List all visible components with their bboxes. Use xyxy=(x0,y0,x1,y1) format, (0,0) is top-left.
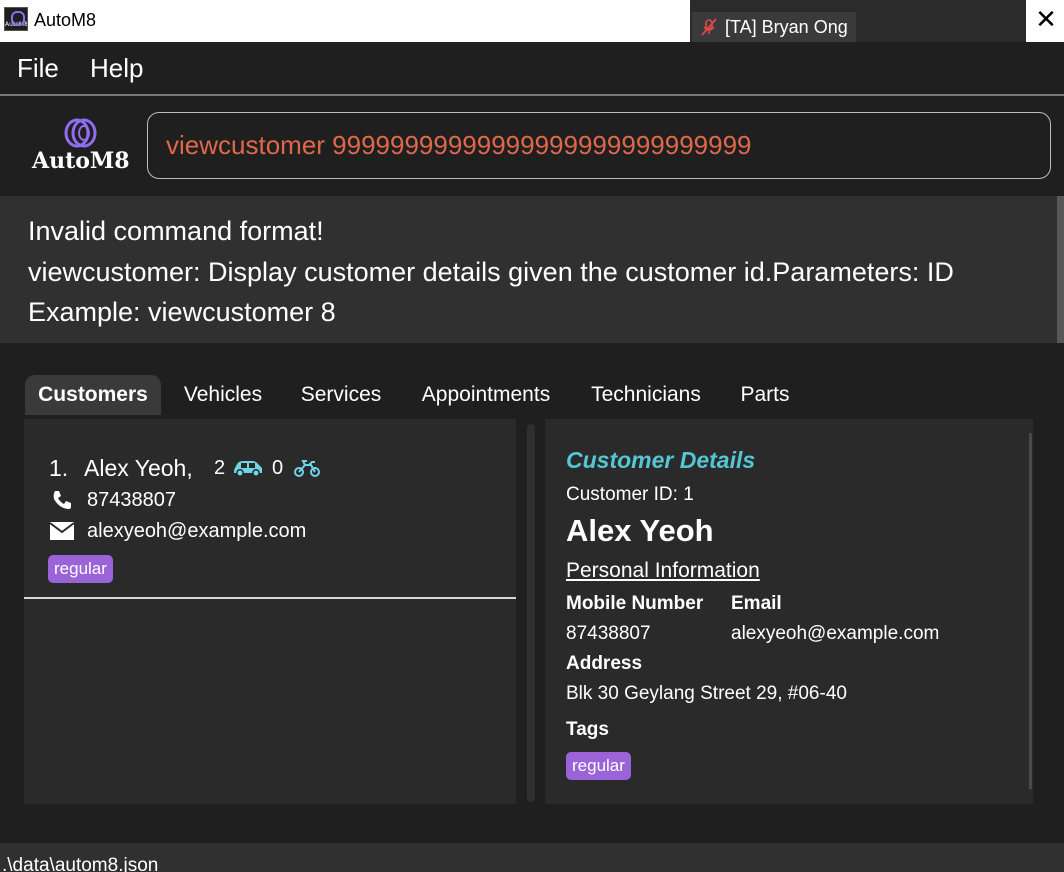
app-window: AutoM8 AutoM8 [TA] Bryan Ong ✕ File Help xyxy=(0,0,1064,872)
customer-id: Customer ID: 1 xyxy=(566,484,694,505)
details-heading: Customer Details xyxy=(566,447,756,473)
close-button[interactable]: ✕ xyxy=(1034,4,1058,34)
list-item[interactable]: 1. Alex Yeoh, 2 0 87438807 alexyeoh@exam… xyxy=(24,419,516,599)
tab-parts[interactable]: Parts xyxy=(728,375,802,415)
car-icon xyxy=(234,461,262,477)
command-input-value: viewcustomer 999999999999999999999999999… xyxy=(166,130,752,160)
customer-index: 1. xyxy=(49,455,69,481)
tab-bar: Customers Vehicles Services Appointments… xyxy=(0,374,1064,416)
window-title: AutoM8 xyxy=(34,10,97,30)
tire-logo-icon xyxy=(64,118,97,148)
menu-help[interactable]: Help xyxy=(90,53,143,84)
presenter-name: [TA] Bryan Ong xyxy=(725,17,848,37)
presenter-badge: [TA] Bryan Ong xyxy=(692,12,856,42)
customer-email: alexyeoh@example.com xyxy=(87,520,307,542)
muted-mic-icon xyxy=(701,18,717,36)
email-label: Email xyxy=(731,593,782,614)
app-logo-icon: AutoM8 xyxy=(4,7,28,31)
tab-appointments[interactable]: Appointments xyxy=(408,375,564,415)
customer-tag: regular xyxy=(48,555,113,583)
mobile-label: Mobile Number xyxy=(566,593,704,614)
email-value: alexyeoh@example.com xyxy=(731,623,940,644)
title-bar: AutoM8 AutoM8 [TA] Bryan Ong ✕ xyxy=(0,0,1064,42)
tab-vehicles[interactable]: Vehicles xyxy=(170,375,276,415)
logo-text: AutoM8 xyxy=(32,148,130,174)
split-pane-divider[interactable] xyxy=(527,424,535,802)
details-tag: regular xyxy=(566,752,631,780)
status-bar: .\data\autom8.json xyxy=(0,843,1064,872)
tab-technicians[interactable]: Technicians xyxy=(578,375,714,415)
customer-details-panel: Customer Details Customer ID: 1 Alex Yeo… xyxy=(545,419,1033,804)
personal-info-heading: Personal Information xyxy=(566,559,760,582)
tab-services[interactable]: Services xyxy=(288,375,394,415)
screen-share-banner: [TA] Bryan Ong xyxy=(690,0,1026,42)
motorcycle-icon xyxy=(294,460,320,477)
tags-label: Tags xyxy=(566,719,609,740)
customer-list-panel: 1. Alex Yeoh, 2 0 87438807 alexyeoh@exam… xyxy=(24,419,516,804)
result-line: Invalid command format! xyxy=(28,216,324,246)
mobile-value: 87438807 xyxy=(566,623,651,644)
email-icon xyxy=(49,522,75,540)
tab-customers[interactable]: Customers xyxy=(25,375,161,415)
result-display: Invalid command format! viewcustomer: Di… xyxy=(0,196,1064,343)
details-scrollbar[interactable] xyxy=(1029,433,1032,789)
customer-name: Alex Yeoh, xyxy=(84,455,193,481)
menu-file[interactable]: File xyxy=(17,53,59,84)
menu-bar: File Help xyxy=(0,42,1064,96)
data-file-path: .\data\autom8.json xyxy=(2,855,159,872)
details-customer-name: Alex Yeoh xyxy=(566,513,714,548)
car-count: 2 xyxy=(214,457,226,479)
address-value: Blk 30 Geylang Street 29, #06-40 xyxy=(566,683,847,704)
command-input[interactable]: viewcustomer 999999999999999999999999999… xyxy=(147,112,1051,179)
bike-count: 0 xyxy=(272,457,284,479)
result-line: viewcustomer: Display customer details g… xyxy=(28,257,954,287)
result-scrollbar[interactable] xyxy=(1057,196,1064,343)
phone-icon xyxy=(53,491,71,509)
customer-phone: 87438807 xyxy=(87,489,176,511)
address-label: Address xyxy=(566,653,643,674)
result-line: Example: viewcustomer 8 xyxy=(28,297,336,327)
command-area: AutoM8 viewcustomer 99999999999999999999… xyxy=(0,98,1064,196)
